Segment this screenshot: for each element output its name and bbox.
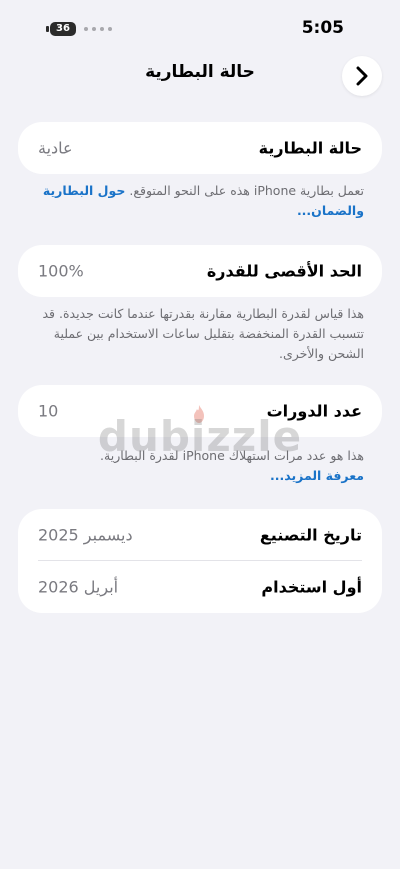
battery-health-value: عادية xyxy=(38,138,73,158)
signal-icon xyxy=(84,22,112,36)
status-time: 5:05 xyxy=(301,18,344,38)
max-capacity-footnote: هذا قياس لقدرة البطارية مقارنة بقدرتها ع… xyxy=(42,306,364,361)
status-bar: 36 5:05 xyxy=(0,0,400,60)
back-button[interactable] xyxy=(342,56,382,96)
max-capacity-value: 100% xyxy=(38,261,84,281)
battery-icon: 36 xyxy=(50,22,76,36)
chevron-right-icon xyxy=(356,66,368,86)
cycle-count-label: عدد الدورات xyxy=(266,401,362,421)
max-capacity-label: الحد الأقصى للقدرة xyxy=(206,261,362,281)
battery-health-footnote: تعمل بطارية iPhone هذه على النحو المتوقع… xyxy=(36,181,364,221)
first-use-label: أول استخدام xyxy=(261,577,362,597)
battery-health-label: حالة البطارية xyxy=(258,138,362,158)
learn-more-link[interactable]: معرفة المزيد... xyxy=(36,466,364,486)
first-use-value: أبريل 2026 xyxy=(38,577,119,597)
cycle-count-footnote: هذا هو عدد مرات استهلاك iPhone لقدرة الب… xyxy=(36,446,364,486)
cycle-count-value: 10 xyxy=(38,401,59,421)
cycle-count-footnote-text: هذا هو عدد مرات استهلاك iPhone لقدرة الب… xyxy=(100,448,364,463)
battery-health-card: حالة البطارية عادية xyxy=(18,122,382,174)
manufacture-date-row: تاريخ التصنيع ديسمبر 2025 xyxy=(18,509,382,561)
manufacture-date-label: تاريخ التصنيع xyxy=(259,525,362,545)
dates-card: تاريخ التصنيع ديسمبر 2025 أول استخدام أب… xyxy=(18,509,382,613)
manufacture-date-value: ديسمبر 2025 xyxy=(38,525,133,545)
battery-health-footnote-text: تعمل بطارية iPhone هذه على النحو المتوقع… xyxy=(129,183,364,198)
max-capacity-row: الحد الأقصى للقدرة 100% xyxy=(18,245,382,297)
battery-health-row[interactable]: حالة البطارية عادية xyxy=(18,122,382,174)
page-title: حالة البطارية xyxy=(145,62,255,82)
flame-icon xyxy=(194,405,204,423)
first-use-row: أول استخدام أبريل 2026 xyxy=(18,561,382,613)
battery-icon-nub xyxy=(46,26,49,32)
max-capacity-card: الحد الأقصى للقدرة 100% xyxy=(18,245,382,297)
